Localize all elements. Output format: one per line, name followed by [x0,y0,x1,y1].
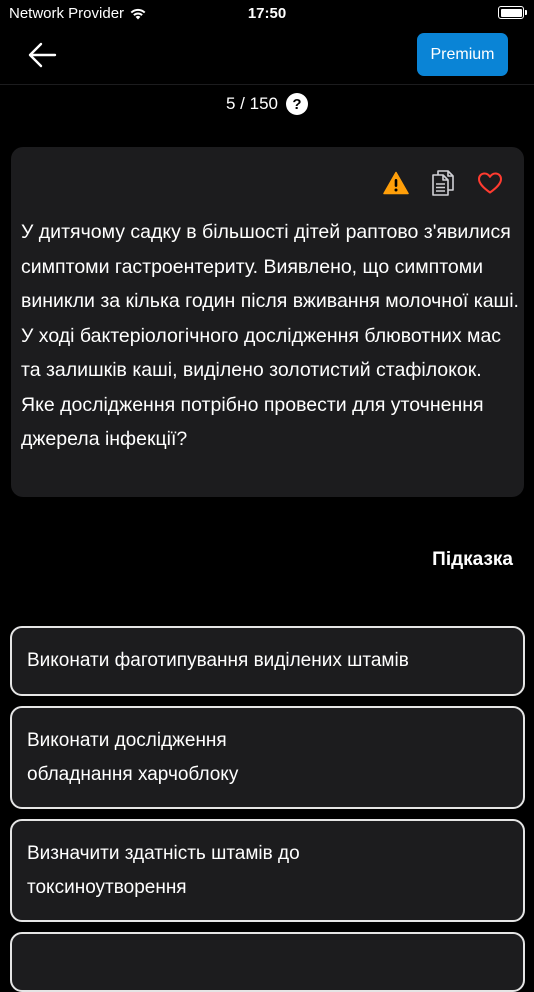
battery-icon [498,6,527,19]
question-card: У дитячому садку в більшості дітей рапто… [11,147,524,497]
progress-row: 5 / 150 ? [0,92,534,116]
arrow-left-icon [28,42,57,68]
report-button[interactable] [382,169,410,197]
battery-level [500,8,522,17]
answer-option-4[interactable] [10,932,525,992]
answer-option-3[interactable]: Визначити здатність штамів до токсиноутв… [10,819,525,922]
header-divider [0,84,534,85]
copy-button[interactable] [429,169,457,197]
favorite-button[interactable] [476,169,504,197]
copy-icon [432,170,454,196]
answer-text: Виконати фаготипування виділених штамів [27,650,409,671]
question-actions [363,169,504,197]
status-bar: Network Provider 17:50 [0,0,534,28]
answer-text: Визначити здатність штамів до токсиноутв… [27,842,300,898]
status-time: 17:50 [247,5,287,22]
heart-icon [478,172,502,194]
progress-counter: 5 / 150 [226,94,278,113]
help-icon[interactable]: ? [286,93,308,115]
answer-text: Виконати дослідження обладнання харчобло… [27,729,239,785]
hint-button[interactable]: Підказка [432,549,513,571]
answer-option-1[interactable]: Виконати фаготипування виділених штамів [10,626,525,696]
question-text: У дитячому садку в більшості дітей рапто… [21,221,519,450]
premium-button[interactable]: Premium [417,33,508,76]
back-button[interactable] [26,38,60,72]
answer-option-2[interactable]: Виконати дослідження обладнання харчобло… [10,706,525,809]
warning-icon [383,171,409,195]
